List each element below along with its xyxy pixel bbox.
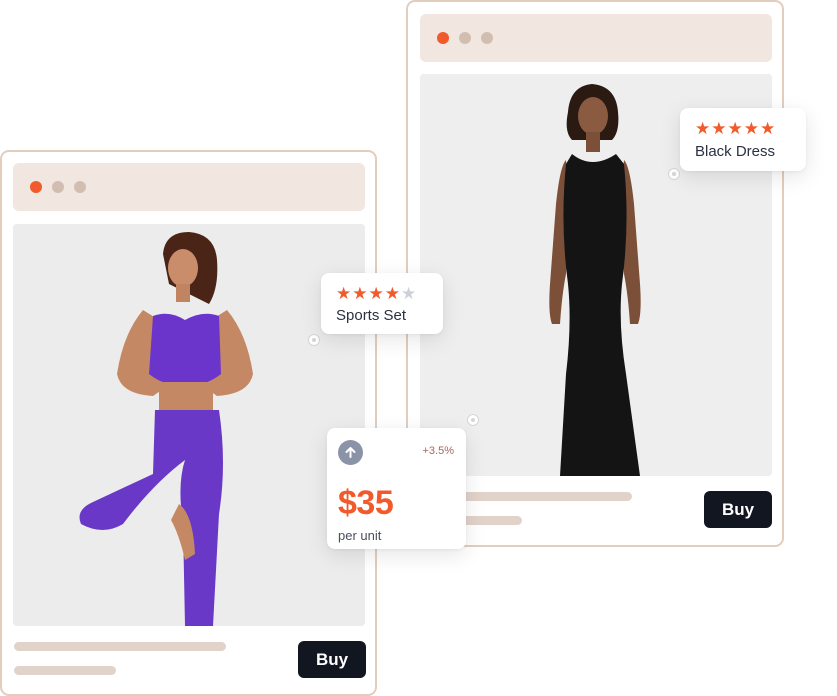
star-icon: ★	[727, 119, 744, 138]
rating-card-black-dress: ★★★★★ Black Dress	[680, 108, 806, 171]
price-change: +3.5%	[422, 445, 455, 457]
hotspot-pin[interactable]	[308, 334, 320, 346]
hotspot-pin[interactable]	[467, 414, 479, 426]
star-icon: ★	[384, 284, 401, 303]
description-skeleton	[14, 666, 116, 675]
price-unit: per unit	[338, 528, 382, 543]
product-photo-sports-set	[13, 224, 365, 626]
description-skeleton	[14, 642, 226, 651]
window-titlebar	[420, 14, 772, 62]
star-icon: ★	[743, 119, 760, 138]
product-name: Sports Set	[336, 307, 407, 324]
star-icon: ★	[336, 284, 353, 303]
hotspot-pin[interactable]	[668, 168, 680, 180]
star-icon-empty: ★	[401, 284, 418, 303]
star-icon: ★	[760, 119, 777, 138]
rating-stars: ★★★★★	[336, 285, 417, 302]
window-dot	[74, 181, 86, 193]
product-card-sports-set: Buy	[0, 150, 377, 696]
star-icon: ★	[711, 119, 728, 138]
arrow-up-icon	[338, 440, 363, 465]
price-card: +3.5% $35 per unit	[327, 428, 466, 549]
star-icon: ★	[368, 284, 385, 303]
star-icon: ★	[352, 284, 369, 303]
window-dot	[459, 32, 471, 44]
buy-button[interactable]: Buy	[704, 491, 772, 528]
price-value: $35	[338, 484, 394, 522]
window-dot-red	[30, 181, 42, 193]
window-dot	[52, 181, 64, 193]
window-dot-red	[437, 32, 449, 44]
product-name: Black Dress	[695, 143, 776, 160]
buy-button[interactable]: Buy	[298, 641, 366, 678]
star-icon: ★	[695, 119, 712, 138]
window-titlebar	[13, 163, 365, 211]
window-dot	[481, 32, 493, 44]
woman-purple-sports-set-image	[13, 224, 365, 626]
rating-card-sports-set: ★★★★★ Sports Set	[321, 273, 443, 334]
rating-stars: ★★★★★	[695, 120, 776, 137]
